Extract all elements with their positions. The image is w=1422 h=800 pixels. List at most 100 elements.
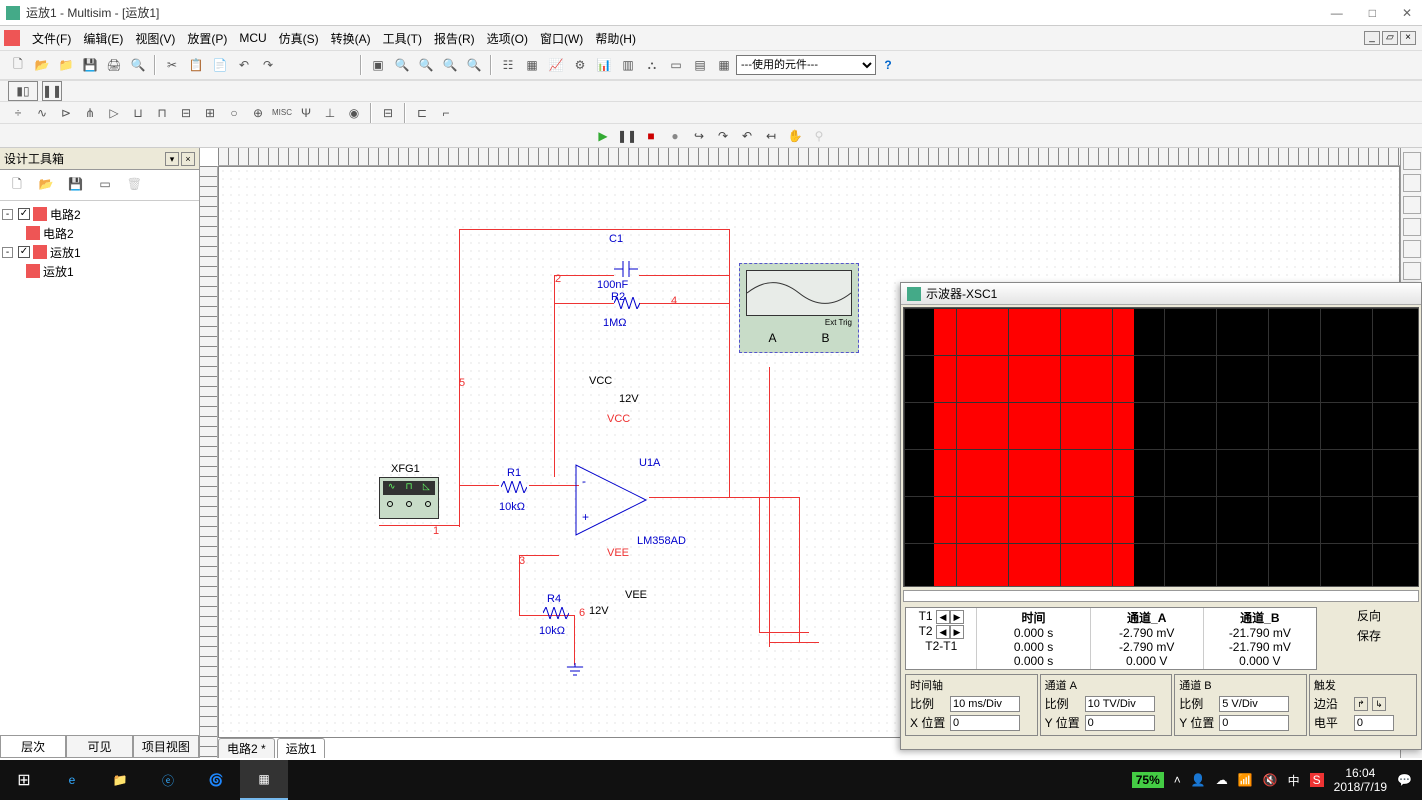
t1-left[interactable]: ◀	[936, 610, 950, 624]
place-basic-icon[interactable]: ∿	[32, 103, 52, 123]
menu-tools[interactable]: 工具(T)	[377, 28, 428, 49]
place-mixed-icon[interactable]: ⊞	[200, 103, 220, 123]
side-new-icon[interactable]: 🗋	[6, 176, 28, 196]
tray-wifi-icon[interactable]: 📶	[1238, 773, 1253, 787]
tray-clock[interactable]: 16:04 2018/7/19	[1334, 766, 1387, 795]
menu-file[interactable]: 文件(F)	[26, 28, 77, 49]
battery-indicator[interactable]: 75%	[1132, 772, 1164, 788]
resistor-r2[interactable]	[614, 297, 640, 312]
side-rename-icon[interactable]: ▭	[94, 174, 116, 194]
tree-node-circuit2[interactable]: 电路2	[50, 206, 81, 223]
t2-left[interactable]: ◀	[936, 625, 950, 639]
save-button[interactable]: 保存	[1321, 627, 1417, 644]
grid-icon[interactable]: ▦	[522, 55, 542, 75]
place-analog-icon[interactable]: ▷	[104, 103, 124, 123]
minimize-button[interactable]: —	[1327, 4, 1347, 22]
run-button[interactable]: ▶	[593, 126, 613, 146]
sidebar-tab-project[interactable]: 项目视图	[133, 736, 199, 758]
help-icon[interactable]: ?	[878, 55, 898, 75]
mdi-minimize[interactable]: _	[1364, 31, 1380, 45]
sim-pause-toggle[interactable]: ❚❚	[42, 81, 62, 101]
instr-scope-icon[interactable]	[1403, 218, 1421, 236]
zoom-sheet-icon[interactable]: 🔍	[464, 55, 484, 75]
tray-chevron-icon[interactable]: ˄	[1174, 773, 1181, 787]
new-icon[interactable]: 🗋	[8, 55, 28, 75]
menu-window[interactable]: 窗口(W)	[534, 28, 589, 49]
resistor-r4[interactable]	[543, 607, 569, 622]
tray-volume-icon[interactable]: 🔇	[1263, 773, 1278, 787]
t2-right[interactable]: ▶	[950, 625, 964, 639]
tree-leaf-circuit2[interactable]: 电路2	[43, 225, 74, 242]
cut-icon[interactable]: ✂	[162, 55, 182, 75]
place-transistor-icon[interactable]: ⋔	[80, 103, 100, 123]
zoom-fit-icon[interactable]: ▣	[368, 55, 388, 75]
osc-display[interactable]	[903, 307, 1419, 587]
edge-rise[interactable]: ↱	[1354, 697, 1368, 711]
place-misc2-icon[interactable]: MISC	[272, 103, 292, 123]
copy-icon[interactable]: 📋	[186, 55, 206, 75]
step-back-icon[interactable]: ↤	[761, 126, 781, 146]
paste-icon[interactable]: 📄	[210, 55, 230, 75]
step-out-icon[interactable]: ↶	[737, 126, 757, 146]
xfg-ref[interactable]: XFG1	[391, 463, 420, 475]
sim-switch-on[interactable]: ▮▯	[8, 81, 38, 101]
mdi-restore[interactable]: ▱	[1382, 31, 1398, 45]
step-into-icon[interactable]: ↪	[689, 126, 709, 146]
oscilloscope-window[interactable]: 示波器-XSC1 T1 ◀▶ T2 ◀▶ T2-T1 时间 0.000 s 0.…	[900, 282, 1422, 750]
elvisii-icon[interactable]: ▤	[690, 55, 710, 75]
place-connector-icon[interactable]: ◉	[344, 103, 364, 123]
maximize-button[interactable]: □	[1365, 4, 1380, 22]
pause-button[interactable]: ❚❚	[617, 126, 637, 146]
resistor-r1[interactable]	[501, 481, 527, 496]
component-select[interactable]: ---使用的元件---	[736, 55, 876, 75]
place-hier-icon[interactable]: ⊟	[378, 103, 398, 123]
place-source-icon[interactable]: ÷	[8, 103, 28, 123]
doc-tab-opamp1[interactable]: 运放1	[277, 738, 326, 758]
step-over-icon[interactable]: ↷	[713, 126, 733, 146]
undo-icon[interactable]: ↶	[234, 55, 254, 75]
menu-help[interactable]: 帮助(H)	[589, 28, 642, 49]
osc-hscroll[interactable]	[903, 590, 1419, 602]
tray-ime[interactable]: 中	[1288, 772, 1300, 789]
zoom-in-icon[interactable]: 🔍	[392, 55, 412, 75]
place-bus-icon[interactable]: ⊏	[412, 103, 432, 123]
instr-4ch-scope-icon[interactable]	[1403, 240, 1421, 258]
place-rf-icon[interactable]: Ψ	[296, 103, 316, 123]
oscilloscope-instrument[interactable]: Ext Trig AB	[739, 263, 859, 353]
menu-options[interactable]: 选项(O)	[481, 28, 534, 49]
r1-ref[interactable]: R1	[507, 467, 521, 479]
menu-report[interactable]: 报告(R)	[428, 28, 481, 49]
component-icon[interactable]: ▥	[618, 55, 638, 75]
print-icon[interactable]: 🖨	[104, 55, 124, 75]
zoom-area-icon[interactable]: 🔍	[440, 55, 460, 75]
instr-multimeter-icon[interactable]	[1403, 152, 1421, 170]
record-button[interactable]: ●	[665, 126, 685, 146]
place-power-icon[interactable]: ⊕	[248, 103, 268, 123]
tree-node-opamp1[interactable]: 运放1	[50, 244, 81, 261]
menu-transfer[interactable]: 转换(A)	[325, 28, 377, 49]
menu-edit[interactable]: 编辑(E)	[77, 28, 129, 49]
postproc-icon[interactable]: ⚙	[570, 55, 590, 75]
database-icon[interactable]: ⛬	[642, 55, 662, 75]
place-indicator-icon[interactable]: ○	[224, 103, 244, 123]
ground-symbol[interactable]	[565, 663, 585, 682]
tray-people-icon[interactable]: 👤	[1191, 773, 1206, 787]
r4-ref[interactable]: R4	[547, 593, 561, 605]
sidebar-tab-visible[interactable]: 可见	[66, 736, 132, 758]
instr-wattmeter-icon[interactable]	[1403, 196, 1421, 214]
task-app1[interactable]: 🌀	[192, 760, 240, 800]
breadboard-icon[interactable]: ▭	[666, 55, 686, 75]
menu-place[interactable]: 放置(P)	[181, 28, 233, 49]
tray-cloud-icon[interactable]: ☁	[1216, 773, 1228, 787]
cha-scale[interactable]	[1085, 696, 1155, 712]
pan-icon[interactable]: ✋	[785, 126, 805, 146]
analysis-icon[interactable]: 📊	[594, 55, 614, 75]
capacitor-c1[interactable]	[614, 259, 638, 282]
t1-right[interactable]: ▶	[950, 610, 964, 624]
doc-tab-circuit2[interactable]: 电路2 *	[218, 738, 275, 758]
sidebar-tab-hierarchy[interactable]: 层次	[0, 736, 66, 758]
menu-view[interactable]: 视图(V)	[129, 28, 181, 49]
trig-level[interactable]	[1354, 715, 1394, 731]
function-generator[interactable]: ∿⊓◺	[379, 477, 439, 519]
mcu-icon[interactable]: ▦	[714, 55, 734, 75]
